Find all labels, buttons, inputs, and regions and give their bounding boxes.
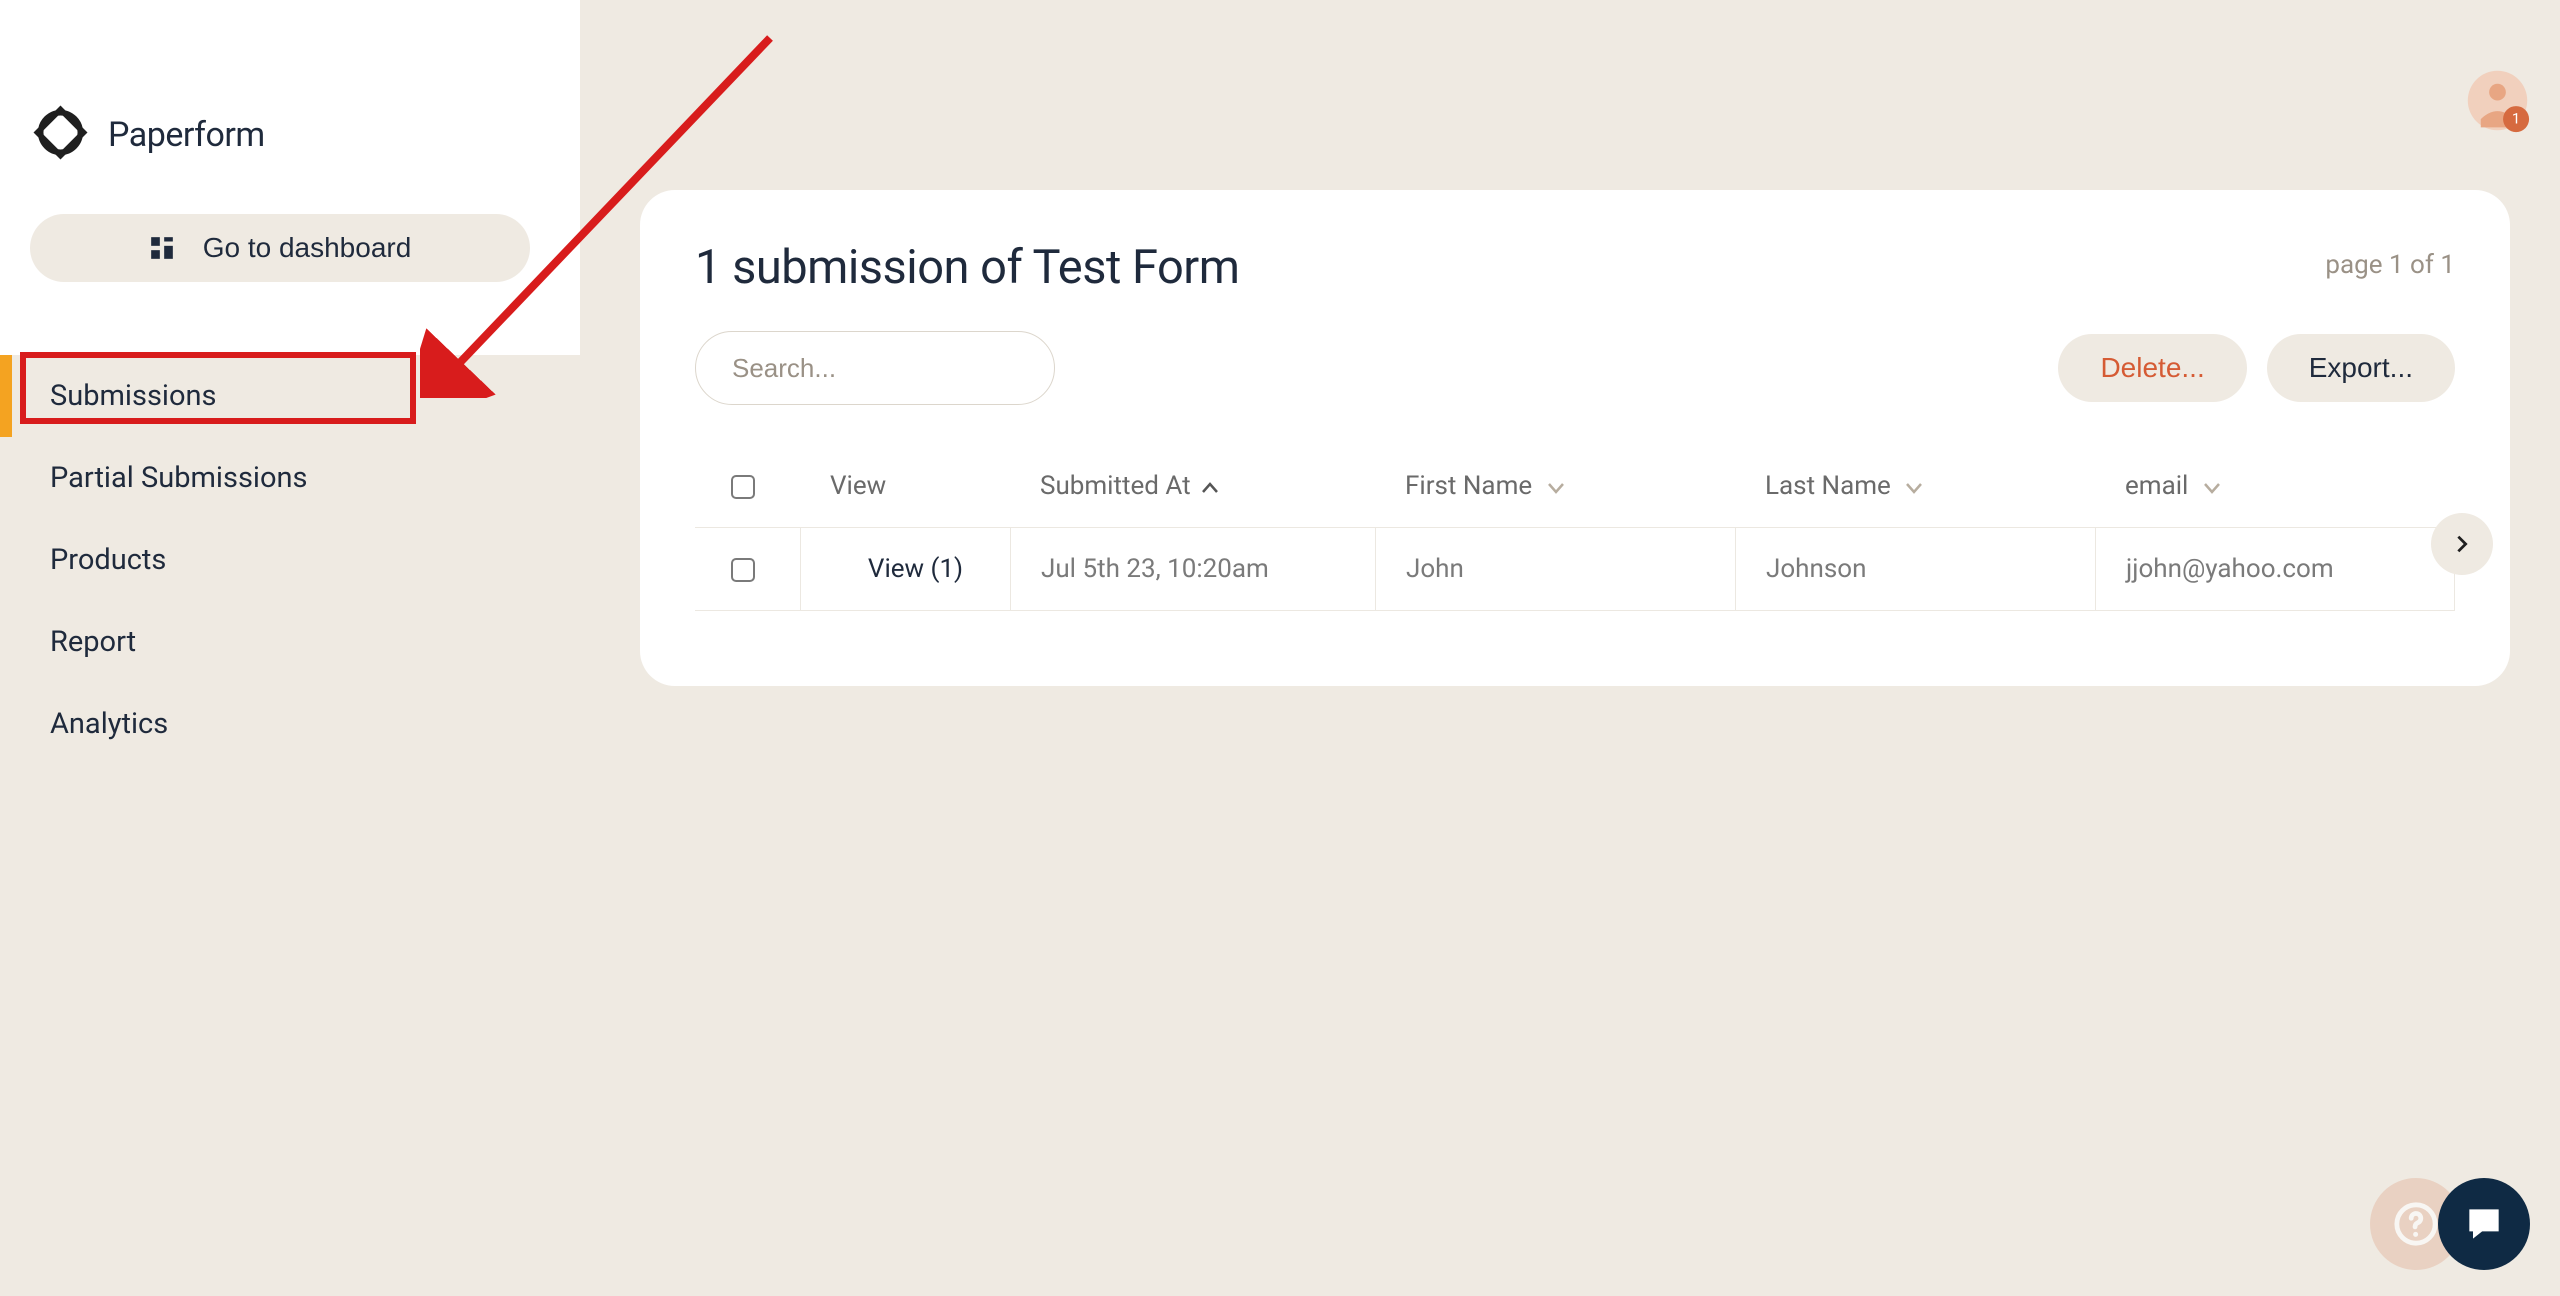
cell-submitted-at: Jul 5th 23, 10:20am bbox=[1010, 528, 1375, 610]
row-checkbox[interactable] bbox=[731, 558, 755, 582]
column-header-view: View bbox=[800, 445, 1010, 527]
chevron-right-icon bbox=[2451, 533, 2473, 555]
submissions-panel: 1 submission of Test Form page 1 of 1 De… bbox=[640, 190, 2510, 686]
page-counter: page 1 of 1 bbox=[2325, 250, 2455, 280]
cell-email: jjohn@yahoo.com bbox=[2095, 528, 2425, 610]
view-submission-link[interactable]: View (1) bbox=[868, 554, 963, 584]
export-button[interactable]: Export... bbox=[2267, 334, 2455, 402]
sidebar-item-label: Analytics bbox=[50, 707, 168, 741]
column-header-submitted-at[interactable]: Submitted At bbox=[1010, 445, 1375, 527]
toolbar: Delete... Export... bbox=[695, 331, 2455, 405]
dashboard-button-label: Go to dashboard bbox=[203, 232, 412, 264]
sidebar-item-products[interactable]: Products bbox=[0, 519, 580, 601]
sidebar: Paperform Go to dashboard bbox=[0, 0, 580, 355]
sidebar-item-partial-submissions[interactable]: Partial Submissions bbox=[0, 437, 580, 519]
column-header-email[interactable]: email bbox=[2095, 445, 2425, 527]
search-input[interactable] bbox=[695, 331, 1055, 405]
sidebar-item-label: Submissions bbox=[50, 379, 216, 413]
go-to-dashboard-button[interactable]: Go to dashboard bbox=[30, 214, 530, 282]
cell-last-name: Johnson bbox=[1735, 528, 2095, 610]
dashboard-grid-icon bbox=[149, 235, 175, 261]
chevron-down-icon bbox=[1547, 471, 1565, 501]
help-icon bbox=[2393, 1201, 2439, 1247]
chevron-down-icon bbox=[1905, 471, 1923, 501]
chat-icon bbox=[2462, 1202, 2506, 1246]
select-all-checkbox[interactable] bbox=[731, 475, 755, 499]
sidebar-item-label: Partial Submissions bbox=[50, 461, 308, 495]
sidebar-nav: Submissions Partial Submissions Products… bbox=[0, 355, 580, 765]
sidebar-item-label: Report bbox=[50, 625, 136, 659]
submissions-table: View Submitted At First Name Last Name bbox=[695, 445, 2455, 611]
page-title: 1 submission of Test Form bbox=[695, 240, 1239, 295]
brand-name: Paperform bbox=[108, 115, 265, 155]
column-header-first-name[interactable]: First Name bbox=[1375, 445, 1735, 527]
table-header-row: View Submitted At First Name Last Name bbox=[695, 445, 2455, 527]
scroll-right-button[interactable] bbox=[2431, 513, 2493, 575]
cell-first-name: John bbox=[1375, 528, 1735, 610]
notification-badge: 1 bbox=[2512, 110, 2520, 128]
delete-button[interactable]: Delete... bbox=[2058, 334, 2246, 402]
user-avatar[interactable]: 1 bbox=[2465, 68, 2530, 133]
chat-widget-button[interactable] bbox=[2438, 1178, 2530, 1270]
sidebar-item-label: Products bbox=[50, 543, 166, 577]
column-header-last-name[interactable]: Last Name bbox=[1735, 445, 2095, 527]
sidebar-item-submissions[interactable]: Submissions bbox=[0, 355, 580, 437]
brand-logo: Paperform bbox=[0, 0, 580, 164]
sidebar-item-report[interactable]: Report bbox=[0, 601, 580, 683]
sort-asc-icon bbox=[1201, 471, 1219, 501]
chevron-down-icon bbox=[2203, 471, 2221, 501]
sidebar-item-analytics[interactable]: Analytics bbox=[0, 683, 580, 765]
paperform-logo-icon bbox=[33, 105, 88, 164]
table-row: View (1) Jul 5th 23, 10:20am John Johnso… bbox=[695, 527, 2455, 611]
